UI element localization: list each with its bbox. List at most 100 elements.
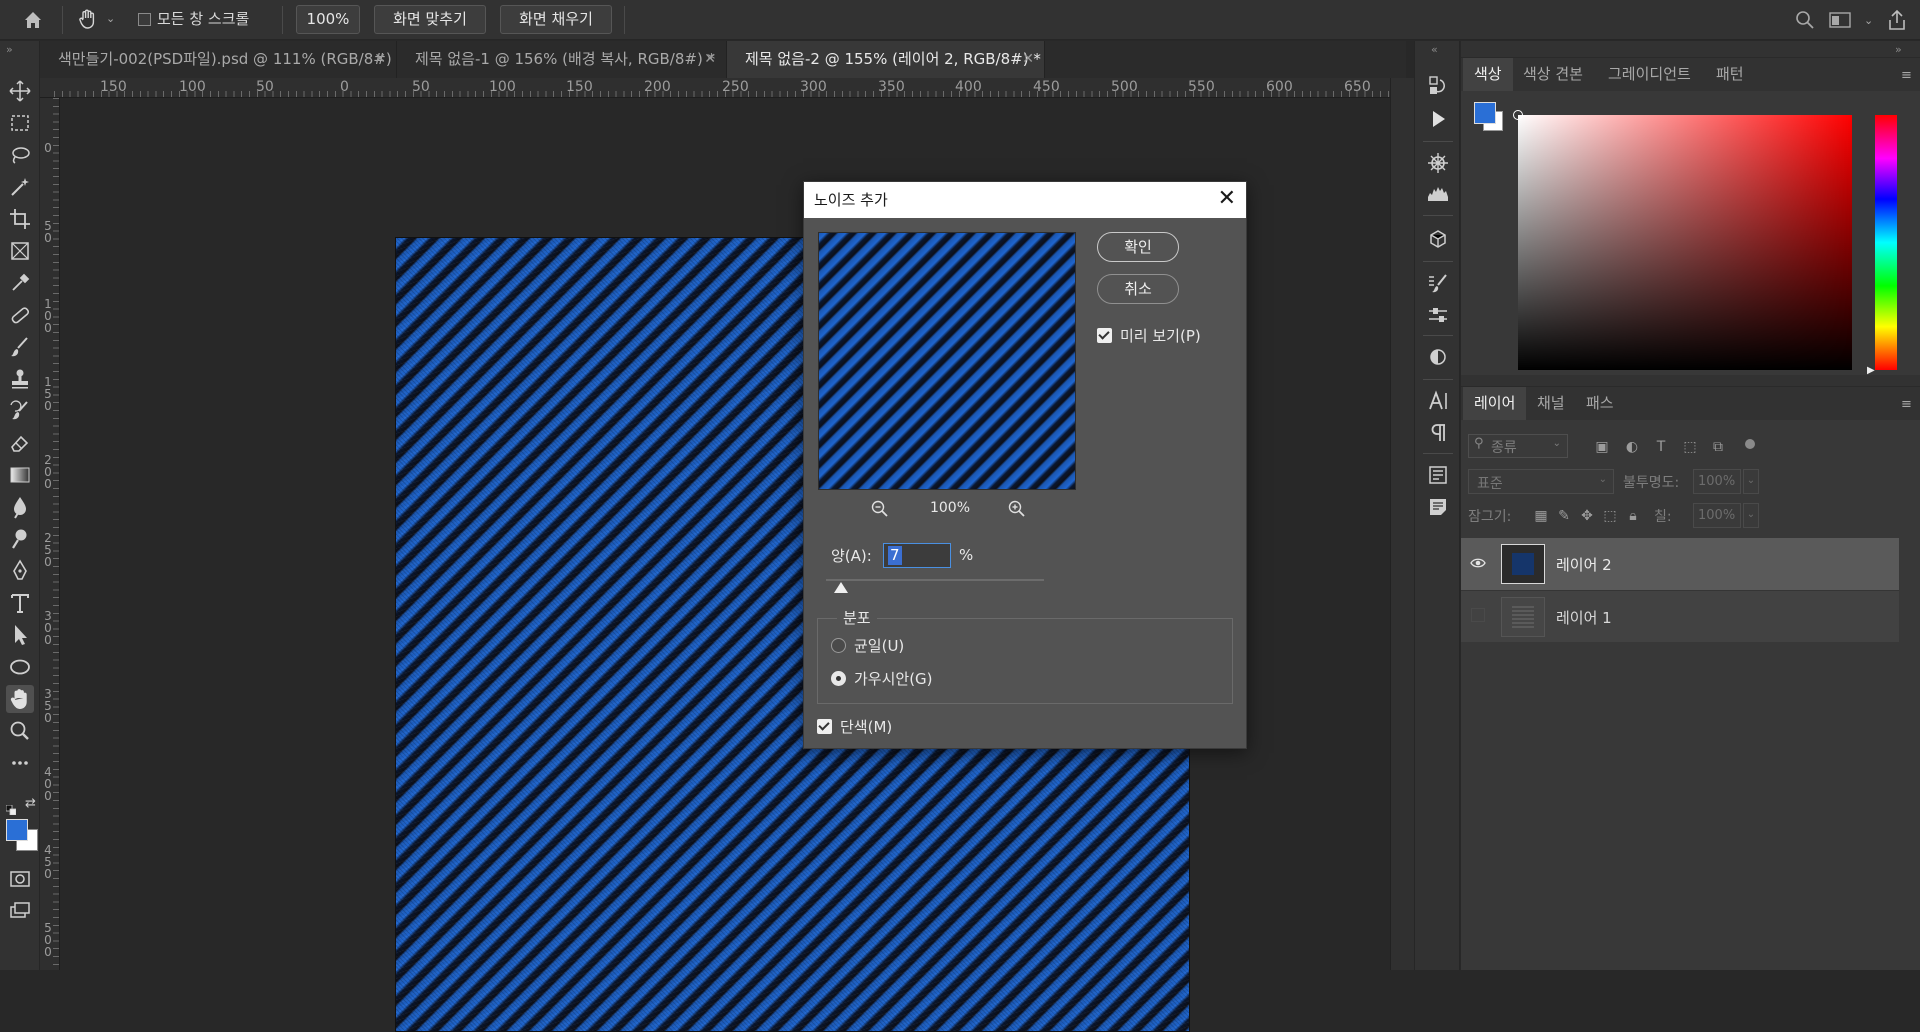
vertical-ruler[interactable]: 0 50 100 150 200 250 300 350 400 450 500 [40,98,60,970]
eraser-icon[interactable] [6,429,34,457]
swap-colors-icon[interactable]: ⇄ [25,796,36,811]
opacity-input[interactable]: 100% [1693,469,1741,494]
preview-checkbox[interactable] [1097,328,1112,343]
pen-tool-icon[interactable] [6,557,34,585]
filter-smartobject-icon[interactable]: ⧉ [1709,438,1727,456]
tab-swatches[interactable]: 색상 견본 [1512,58,1594,91]
blend-mode-select[interactable]: 표준 ⌄ [1468,469,1614,494]
fit-screen-button[interactable]: 화면 맞추기 [374,5,486,34]
type-tool-icon[interactable] [6,589,34,617]
monochrome-checkbox[interactable] [817,719,832,734]
hand-tool-icon[interactable] [76,7,100,31]
default-colors-icon[interactable] [5,800,17,816]
horizontal-ruler[interactable]: 150 100 50 0 50 100 150 200 250 300 350 … [54,78,1390,98]
character-icon[interactable] [1424,387,1452,415]
brush-tool-icon[interactable] [6,333,34,361]
foreground-color-swatch[interactable] [6,819,28,841]
healing-brush-icon[interactable] [6,301,34,329]
paragraph-icon[interactable] [1424,419,1452,447]
lock-artboard-icon[interactable]: ⬚ [1601,507,1619,525]
collapse-icon[interactable]: » [1895,43,1902,56]
tab-channels[interactable]: 채널 [1526,387,1576,420]
stamp-tool-icon[interactable] [6,365,34,393]
tab-gradients[interactable]: 그레이디언트 [1597,58,1702,91]
collapse-icon[interactable]: » [6,43,13,56]
zoom-out-icon[interactable] [870,499,890,519]
foreground-color-swatch[interactable] [1474,102,1496,124]
dodge-tool-icon[interactable] [6,525,34,553]
play-action-icon[interactable] [1424,105,1452,133]
3d-icon[interactable] [1424,225,1452,253]
canvas-vertical-scrollbar[interactable] [1390,78,1414,970]
chevron-down-icon[interactable]: ⌄ [106,12,118,25]
color-saturation-field[interactable] [1518,115,1852,370]
chevron-down-icon[interactable]: ⌄ [1743,469,1759,494]
screen-mode-icon[interactable] [6,897,34,925]
eyedropper-icon[interactable] [6,269,34,297]
more-tools-icon[interactable] [6,749,34,777]
panel-menu-icon[interactable]: ≡ [1901,68,1912,83]
zoom-tool-icon[interactable] [6,717,34,745]
amount-input[interactable]: 7 [883,543,951,568]
scroll-all-checkbox[interactable] [138,13,151,26]
notes-icon[interactable] [1424,493,1452,521]
lock-position-icon[interactable]: ✥ [1578,507,1596,525]
magic-wand-icon[interactable] [6,173,34,201]
gaussian-radio[interactable] [831,671,846,686]
close-icon[interactable]: ✕ [1022,41,1034,77]
filter-pixel-icon[interactable]: ▣ [1593,438,1611,456]
filter-type-icon[interactable]: T [1652,438,1670,456]
properties-icon[interactable] [1424,461,1452,489]
layer-row[interactable]: 레이어 1 [1461,590,1899,642]
zoom-in-icon[interactable] [1007,499,1027,519]
amount-slider-thumb[interactable] [834,582,848,593]
adjustments-icon[interactable] [1424,301,1452,329]
close-icon[interactable]: ✕ [1218,182,1236,216]
visibility-toggle[interactable] [1471,608,1485,622]
marquee-tool-icon[interactable] [6,109,34,137]
layer-filter-select[interactable]: ⚲ 종류 ⌄ [1468,434,1568,458]
hue-slider-handle[interactable]: ▶ [1867,365,1875,376]
close-icon[interactable]: ✕ [704,41,716,77]
tab-document-1[interactable]: 색만들기-002(PSD파일).psd @ 111% (RGB/8#) ✕ [40,41,397,78]
fill-screen-button[interactable]: 화면 채우기 [500,5,612,34]
share-icon[interactable] [1885,8,1909,32]
history-brush-icon[interactable] [6,397,34,425]
filter-shape-icon[interactable]: ⬚ [1681,438,1699,456]
lock-all-icon[interactable]: 🔒︎ [1624,507,1642,525]
uniform-radio[interactable] [831,638,846,653]
frame-tool-icon[interactable] [6,237,34,265]
lasso-tool-icon[interactable] [6,141,34,169]
hue-slider[interactable] [1875,115,1897,370]
ellipse-tool-icon[interactable] [6,653,34,681]
amount-slider-track[interactable] [826,579,1044,581]
panel-menu-icon[interactable]: ≡ [1901,397,1912,412]
zoom-100-button[interactable]: 100% [296,5,360,34]
color-picker-handle[interactable] [1513,110,1523,120]
tab-document-2[interactable]: 제목 없음-1 @ 156% (배경 복사, RGB/8#) * ✕ [397,41,727,78]
filter-adjustment-icon[interactable]: ◐ [1623,438,1641,456]
workspace-icon[interactable] [1829,11,1851,29]
noise-preview[interactable] [818,232,1076,490]
hand-tool-icon[interactable] [6,685,34,713]
tab-document-3[interactable]: 제목 없음-2 @ 155% (레이어 2, RGB/8#) * ✕ [727,41,1045,78]
history-icon[interactable] [1424,71,1452,99]
cancel-button[interactable]: 취소 [1097,274,1179,304]
clone-source-icon[interactable] [1424,343,1452,371]
gradient-tool-icon[interactable] [6,461,34,489]
filter-toggle-icon[interactable] [1745,439,1755,449]
lock-transparent-icon[interactable]: ▦ [1532,507,1550,525]
tab-patterns[interactable]: 패턴 [1705,58,1755,91]
path-selection-icon[interactable] [6,621,34,649]
chevron-down-icon[interactable]: ⌄ [1864,14,1873,27]
search-icon[interactable] [1794,9,1816,31]
collapse-icon[interactable]: « [1431,43,1438,56]
tab-color[interactable]: 색상 [1463,58,1513,91]
ok-button[interactable]: 확인 [1097,232,1179,262]
blur-tool-icon[interactable] [6,493,34,521]
eye-icon[interactable] [1469,554,1487,572]
chevron-down-icon[interactable]: ⌄ [1743,503,1759,528]
navigator-icon[interactable] [1424,149,1452,177]
histogram-icon[interactable] [1424,179,1452,207]
home-icon[interactable] [22,9,44,31]
